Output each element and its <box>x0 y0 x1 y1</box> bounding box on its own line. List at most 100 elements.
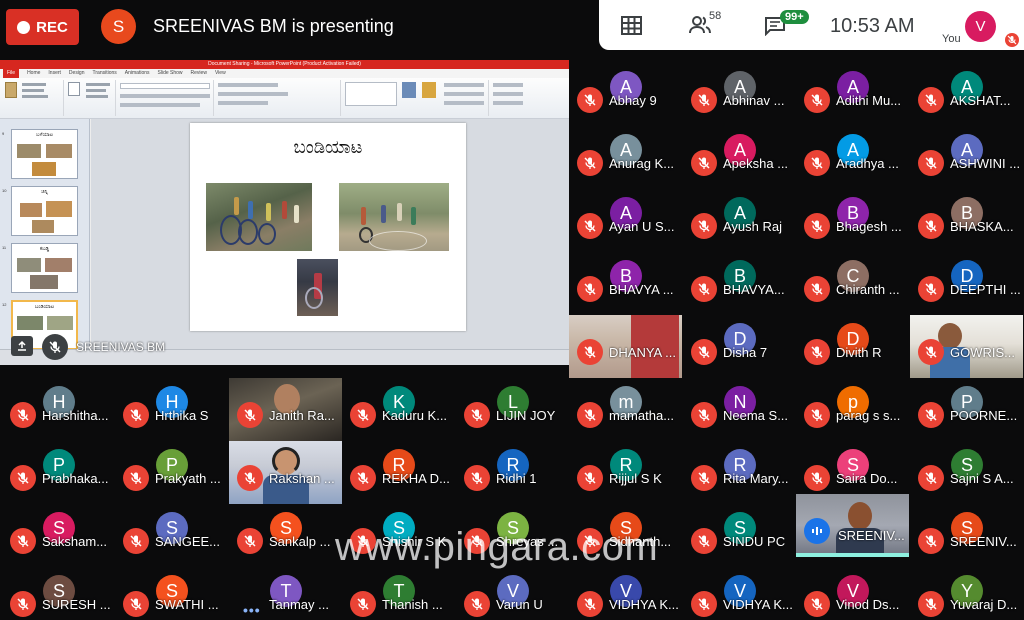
slide-photo <box>206 183 312 251</box>
participant-tile[interactable]: GOWRIS... <box>910 315 1023 378</box>
participant-tile[interactable]: A Anurag K... <box>569 126 682 189</box>
participant-name: Apeksha ... <box>723 156 789 171</box>
participant-tile[interactable]: A Aradhya ... <box>796 126 909 189</box>
participant-name: mamatha... <box>609 408 675 423</box>
ppt-ribbon <box>0 78 569 119</box>
participant-tile[interactable]: V VIDHYA K... <box>569 567 682 620</box>
thumb-title: ಬಳೆಯಾಟ <box>36 132 53 138</box>
presenter-chip: S SREENIVAS BM is presenting <box>101 9 394 44</box>
participant-tile[interactable]: R Ridhi 1 <box>456 441 569 504</box>
mic-off-icon <box>10 402 36 428</box>
mic-off-icon <box>10 465 36 491</box>
mic-off-icon <box>1005 33 1019 52</box>
slide-thumbnail[interactable]: ಬಳೆಯಾಟ <box>11 129 78 179</box>
new-slide-icon <box>68 82 80 96</box>
participant-name: Abhay 9 <box>609 93 657 108</box>
participant-tile[interactable]: A Abhay 9 <box>569 63 682 126</box>
mic-off-icon <box>804 150 830 176</box>
participant-name: Sankalp ... <box>269 534 331 549</box>
participant-tile[interactable]: D Disha 7 <box>683 315 796 378</box>
mic-off-icon <box>577 213 603 239</box>
participant-tile[interactable]: V VIDHYA K... <box>683 567 796 620</box>
ppt-tab: Slide Show <box>157 70 183 76</box>
participant-tile[interactable]: R Rijjul S K <box>569 441 682 504</box>
ppt-ribbon-tabs: File Home Insert Design Transitions Anim… <box>0 69 569 78</box>
participant-tile[interactable]: A AKSHAT... <box>910 63 1023 126</box>
participant-tile[interactable]: V Vinod Ds... <box>796 567 909 620</box>
slide-thumbnail-pane: 9 ಬಳೆಯಾಟ 10 ಚಿನ್ನಿ 11 ಕಬಡ್ಡಿ 12 ಬಂಡಿಯಾಟ <box>0 119 90 350</box>
participant-tile[interactable]: K Kaduru K... <box>342 378 455 441</box>
unpin-icon[interactable] <box>11 336 33 356</box>
participant-name: REKHA D... <box>382 471 450 486</box>
participant-name: Disha 7 <box>723 345 768 360</box>
participant-tile[interactable]: P Prakyath ... <box>115 441 228 504</box>
mic-off-icon <box>918 276 944 302</box>
participant-tile[interactable]: S SWATHI ... <box>115 567 228 620</box>
participant-tile[interactable]: A Ayan U S... <box>569 189 682 252</box>
participant-name: Prakyath ... <box>155 471 221 486</box>
participant-tile[interactable]: D DEEPTHI ... <box>910 252 1023 315</box>
participant-tile[interactable]: H Hrthika S <box>115 378 228 441</box>
participant-tile[interactable]: S Sajni S A... <box>910 441 1023 504</box>
thumb-number: 9 <box>2 131 5 136</box>
participant-tile[interactable]: B Bhagesh ... <box>796 189 909 252</box>
participant-tile[interactable]: S SANGEE... <box>115 504 228 567</box>
participant-tile[interactable]: B BHAVYA... <box>683 252 796 315</box>
participant-tile[interactable]: T Thanish ... <box>342 567 455 620</box>
participant-tile[interactable]: A Apeksha ... <box>683 126 796 189</box>
ppt-tab: View <box>214 70 226 76</box>
participant-name: Yuvaraj D... <box>950 597 1018 612</box>
slide-photo <box>339 183 449 251</box>
participant-tile[interactable]: m mamatha... <box>569 378 682 441</box>
participant-tile[interactable]: P POORNE... <box>910 378 1023 441</box>
participant-tile[interactable]: L LIJIN JOY <box>456 378 569 441</box>
audio-level-icon: ••• <box>243 602 261 618</box>
participant-tile[interactable]: Janith Ra... <box>229 378 342 441</box>
presenter-status-text: SREENIVAS BM is presenting <box>153 16 394 36</box>
participant-tile[interactable]: S SINDU PC <box>683 504 796 567</box>
participant-tile[interactable]: DHANYA ... <box>569 315 682 378</box>
participant-tile[interactable]: Y Yuvaraj D... <box>910 567 1023 620</box>
participant-tile[interactable]: S SURESH ... <box>2 567 115 620</box>
participant-tile[interactable]: N Neema S... <box>683 378 796 441</box>
participant-tile[interactable]: SREENIV... <box>796 494 909 557</box>
people-icon[interactable] <box>689 15 711 40</box>
participant-tile[interactable]: S Saksham... <box>2 504 115 567</box>
participant-tile[interactable]: A Abhinav ... <box>683 63 796 126</box>
presentation-tile[interactable]: Document Sharing - Microsoft PowerPoint … <box>0 60 569 365</box>
participant-tile[interactable]: A Ayush Raj <box>683 189 796 252</box>
watermark-text: www.pingara.com <box>335 525 659 569</box>
participant-tile[interactable]: R Rita Mary... <box>683 441 796 504</box>
participant-tile[interactable]: B BHASKA... <box>910 189 1023 252</box>
participant-tile[interactable]: A Adithi Mu... <box>796 63 909 126</box>
participant-name: Neema S... <box>723 408 789 423</box>
participant-tile[interactable]: T ••• Tanmay ... <box>229 567 342 620</box>
mic-off-icon <box>350 402 376 428</box>
participant-tile[interactable]: A ASHWINI ... <box>910 126 1023 189</box>
participant-tile[interactable]: R REKHA D... <box>342 441 455 504</box>
participant-tile[interactable]: Rakshan ... <box>229 441 342 504</box>
participant-tile[interactable]: P Prabhaka... <box>2 441 115 504</box>
thumb-number: 11 <box>2 245 7 250</box>
mic-off-icon <box>577 87 603 113</box>
participant-name: DEEPTHI ... <box>950 282 1021 297</box>
arrange-icon <box>402 82 416 98</box>
mic-off-icon <box>237 528 263 554</box>
participant-tile[interactable]: S Sankalp ... <box>229 504 342 567</box>
thumb-number: 10 <box>2 188 7 193</box>
self-avatar[interactable]: V <box>965 11 996 42</box>
slide-thumbnail[interactable]: ಕಬಡ್ಡಿ <box>11 243 78 293</box>
participant-tile[interactable]: S SREENIV... <box>910 504 1023 567</box>
participant-name: Aradhya ... <box>836 156 899 171</box>
slide-thumbnail[interactable]: ಚಿನ್ನಿ <box>11 186 78 236</box>
participant-tile[interactable]: B BHAVYA ... <box>569 252 682 315</box>
participant-tile[interactable]: C Chiranth ... <box>796 252 909 315</box>
participant-tile[interactable]: H Harshitha... <box>2 378 115 441</box>
participant-tile[interactable]: V Varun U <box>456 567 569 620</box>
mic-off-icon <box>123 528 149 554</box>
recording-indicator[interactable]: REC <box>6 9 79 45</box>
participant-tile[interactable]: D Divith R <box>796 315 909 378</box>
participant-name: POORNE... <box>950 408 1018 423</box>
grid-icon[interactable] <box>621 16 642 40</box>
participant-tile[interactable]: p parag s s... <box>796 378 909 441</box>
